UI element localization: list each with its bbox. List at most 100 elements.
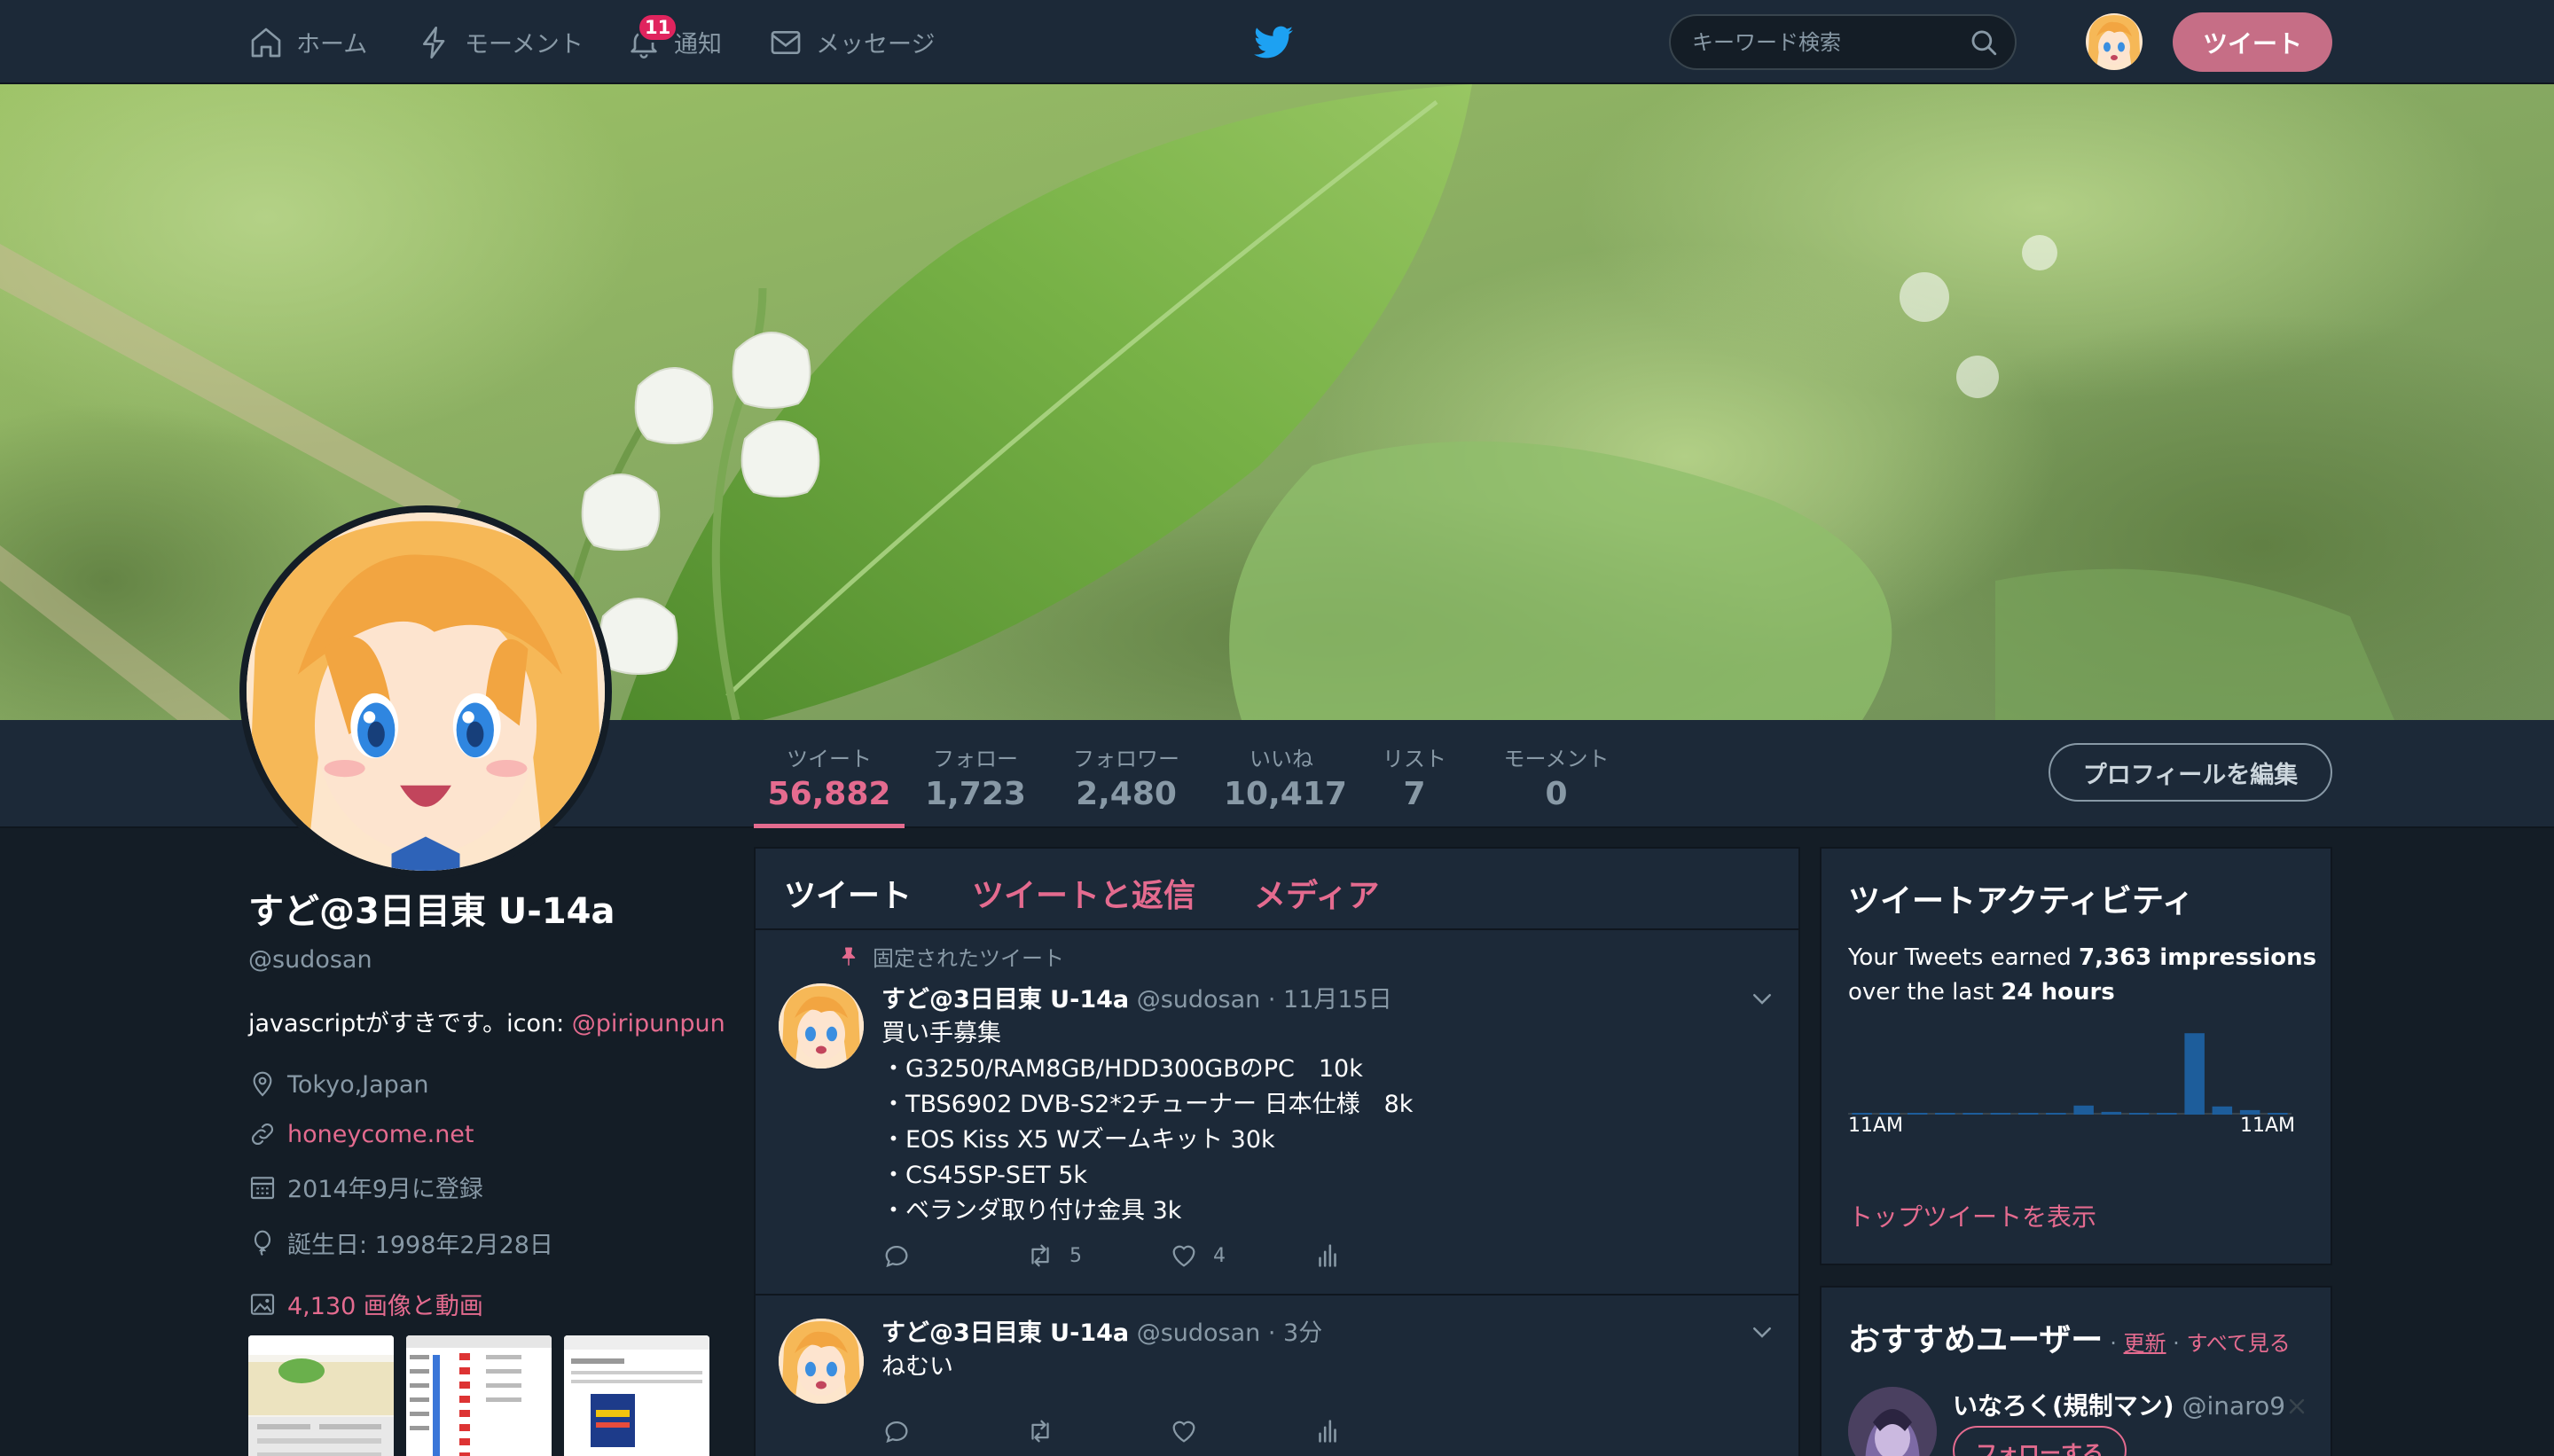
stat-following[interactable]: フォロー 1,723 (922, 741, 1029, 828)
like-button[interactable] (1169, 1416, 1312, 1446)
photos-and-videos-link[interactable]: 4,130 画像と動画 (248, 1287, 727, 1321)
summary-prefix: Your Tweets earned (1848, 944, 2080, 971)
analytics-button[interactable] (1312, 1416, 1456, 1446)
media-thumbnail[interactable] (248, 1335, 394, 1456)
media-count: 4,130 画像と動画 (287, 1293, 483, 1320)
bio-mention-link[interactable]: @piripunpun (572, 1010, 725, 1037)
chart-bar (1935, 1113, 1955, 1115)
account-avatar[interactable] (2086, 13, 2143, 70)
retweet-button[interactable] (1025, 1416, 1169, 1446)
media-thumbnail[interactable] (406, 1335, 552, 1456)
tweet-author-avatar[interactable] (779, 983, 864, 1069)
nav-moments[interactable]: モーメント (417, 0, 584, 84)
stat-value: 1,723 (925, 776, 1026, 812)
profile-website: honeycome.net (248, 1120, 727, 1148)
refresh-link[interactable]: 更新 (2124, 1331, 2166, 1356)
reply-button[interactable] (881, 1241, 1025, 1271)
nav-moments-label: モーメント (465, 31, 584, 59)
game-screenshot-thumbnail (248, 1335, 394, 1456)
suggested-user-name[interactable]: いなろく(規制マン) (1953, 1391, 2174, 1421)
nav-messages-label: メッセージ (816, 31, 936, 59)
suggest-title: おすすめユーザー (1848, 1322, 2104, 1358)
stat-value: 2,480 (1076, 776, 1177, 812)
summary-period-prefix: over the last (1848, 979, 2002, 1006)
profile-avatar[interactable] (239, 505, 612, 878)
tweet-item[interactable]: すど@3日目東 U-14a @sudosan · 3分 ねむい (756, 1296, 1798, 1456)
tweet-author-handle[interactable]: @sudosan (1137, 986, 1261, 1014)
tweet-line: ねむい (881, 1353, 953, 1381)
anime-girl-avatar-icon (779, 983, 864, 1069)
tab-tweets[interactable]: ツイート (784, 870, 912, 916)
search-box[interactable] (1669, 14, 2017, 70)
stat-moments[interactable]: モーメント 0 (1490, 741, 1623, 828)
chart-bar (2157, 1113, 2177, 1115)
stat-followers[interactable]: フォロワー 2,480 (1064, 741, 1188, 828)
chart-axis-start-label: 11AM (1848, 1115, 1904, 1137)
edit-profile-button[interactable]: プロフィールを編集 (2049, 743, 2332, 802)
tweet-item[interactable]: 固定されたツイート すど@3日目東 U-14a @sudosan · 11月15… (756, 930, 1798, 1296)
heart-icon (1172, 1245, 1195, 1267)
stat-likes[interactable]: いいね 10,417 (1224, 741, 1347, 828)
tweet-activity-card: ツイートアクティビティ Your Tweets earned 7,363 imp… (1820, 847, 2332, 1265)
tweet-time[interactable]: · 3分 (1268, 1319, 1322, 1347)
see-all-link[interactable]: すべて見る (2186, 1331, 2290, 1356)
nav-messages[interactable]: メッセージ (768, 0, 935, 84)
who-to-follow-card: おすすめユーザー · 更新 · すべて見る いなろく(規制マン) @inaro9… (1820, 1286, 2332, 1456)
stat-label: フォロー (933, 747, 1018, 771)
retweet-count: 5 (1069, 1244, 1082, 1267)
impressions-count: 7,363 impressions (2079, 944, 2317, 971)
follow-button[interactable]: フォローする (1953, 1426, 2127, 1456)
chevron-down-icon[interactable] (1749, 1319, 1775, 1345)
nav-home[interactable]: ホーム (248, 0, 367, 84)
retweet-icon (1031, 1420, 1049, 1443)
close-icon[interactable] (2286, 1396, 2307, 1417)
suggested-user-avatar[interactable] (1848, 1387, 1937, 1456)
envelope-icon (771, 30, 801, 54)
profile-info: すど@3日目東 U-14a @sudosan javascriptがすきです。i… (248, 882, 727, 1456)
location-text: Tokyo,Japan (287, 1070, 429, 1099)
top-navigation: ホーム モーメント 通知 11 メッセージ ツイート (0, 0, 2554, 84)
compose-tweet-button[interactable]: ツイート (2173, 12, 2332, 72)
tweet-line: 買い手募集 (881, 1020, 1001, 1047)
stat-lists[interactable]: リスト 7 (1375, 741, 1454, 828)
tweet-author-name[interactable]: すど@3日目東 U-14a (881, 986, 1129, 1014)
reply-button[interactable] (881, 1416, 1025, 1446)
media-thumbnails (248, 1335, 727, 1456)
search-input[interactable] (1692, 16, 1958, 68)
stat-value: 10,417 (1224, 776, 1347, 812)
profile-bio: javascriptがすきです。icon: @piripunpun (248, 1004, 727, 1038)
analytics-button[interactable] (1312, 1241, 1456, 1271)
stat-value: 0 (1545, 776, 1568, 812)
tweet-author-avatar[interactable] (779, 1319, 864, 1404)
stat-label: リスト (1383, 747, 1446, 771)
website-link[interactable]: honeycome.net (287, 1121, 474, 1148)
twitter-bird-icon[interactable] (1254, 25, 1293, 60)
chart-bar (2212, 1106, 2233, 1115)
search-icon[interactable] (1969, 27, 1999, 58)
suggested-user-handle[interactable]: @inaro9 (2182, 1391, 2286, 1421)
tab-tweets-and-replies[interactable]: ツイートと返信 (972, 870, 1195, 916)
tweet-author-handle[interactable]: @sudosan (1137, 1319, 1261, 1347)
stat-label: フォロワー (1073, 747, 1179, 771)
stat-value: 7 (1403, 776, 1426, 812)
tweet-header: すど@3日目東 U-14a @sudosan · 11月15日 (881, 980, 1763, 1014)
media-thumbnail[interactable] (564, 1335, 709, 1456)
retweet-button[interactable]: 5 (1025, 1241, 1169, 1271)
view-top-tweets-link[interactable]: トップツイートを表示 (1848, 1198, 2096, 1233)
like-button[interactable]: 4 (1169, 1241, 1312, 1271)
chevron-down-icon[interactable] (1749, 985, 1775, 1012)
suggested-user-identity: いなろく(規制マン) @inaro9 (1953, 1387, 2285, 1422)
tweet-author-name[interactable]: すど@3日目東 U-14a (881, 1319, 1129, 1347)
tweet-time[interactable]: · 11月15日 (1268, 986, 1392, 1014)
reply-icon (885, 1246, 908, 1268)
tab-media[interactable]: メディア (1254, 870, 1379, 916)
nav-notifications[interactable]: 通知 11 (626, 0, 722, 84)
impressions-bar-chart[interactable] (1848, 1019, 2292, 1116)
chart-bar (1990, 1113, 2011, 1115)
anime-girl-avatar-icon (2086, 13, 2143, 70)
link-icon (251, 1123, 274, 1146)
stat-tweets[interactable]: ツイート 56,882 (754, 741, 905, 828)
stat-value: 56,882 (767, 776, 891, 812)
bio-text: javascriptがすきです。icon: (248, 1010, 572, 1037)
nav-home-label: ホーム (296, 31, 368, 59)
